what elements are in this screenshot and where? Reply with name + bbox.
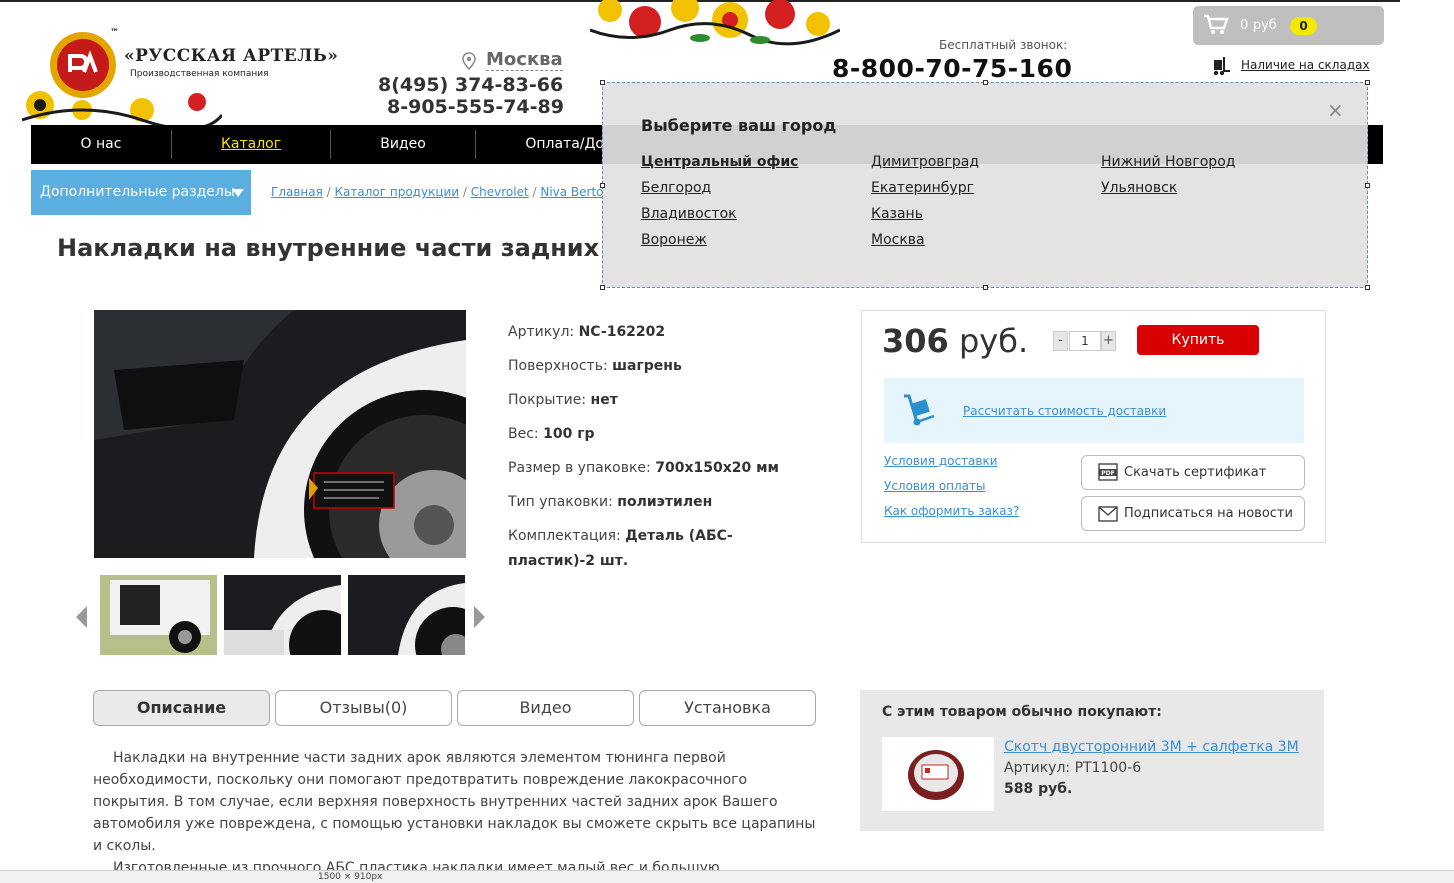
spec-row: Вес: 100 гр xyxy=(508,426,595,442)
chevron-down-icon xyxy=(232,189,244,197)
tab-video[interactable]: Видео xyxy=(457,690,634,726)
city-option-dimitrovgrad[interactable]: Димитровград xyxy=(871,154,979,170)
spec-row: Покрытие: нет xyxy=(508,392,618,408)
product-thumbnail[interactable] xyxy=(348,575,465,655)
free-call-label: Бесплатный звонок: xyxy=(939,38,1068,52)
city-option-vladivostok[interactable]: Владивосток xyxy=(641,206,737,222)
forklift-icon xyxy=(1213,57,1230,76)
city-option-ulyanovsk[interactable]: Ульяновск xyxy=(1101,180,1177,196)
gallery-next-arrow-icon[interactable] xyxy=(474,606,485,628)
spec-row: Артикул: NC-162202 xyxy=(508,324,666,340)
qty-increase-button[interactable]: + xyxy=(1101,331,1116,351)
envelope-icon xyxy=(1098,506,1118,522)
spec-row: Поверхность: шагрень xyxy=(508,358,682,374)
logo-icon[interactable] xyxy=(48,30,118,100)
svg-text:PDF: PDF xyxy=(1101,470,1114,477)
resize-handle[interactable] xyxy=(1365,183,1370,188)
city-option-belgorod[interactable]: Белгород xyxy=(641,180,711,196)
qty-input[interactable]: 1 xyxy=(1069,331,1101,351)
city-option-voronezh[interactable]: Воронеж xyxy=(641,232,707,248)
extra-sections-dropdown[interactable]: Дополнительные разделы xyxy=(31,170,251,215)
close-icon[interactable]: × xyxy=(1327,98,1344,122)
resize-handle[interactable] xyxy=(600,183,605,188)
cart-count-badge: 0 xyxy=(1290,17,1317,35)
product-thumbnail[interactable] xyxy=(100,575,217,655)
city-option-kazan[interactable]: Казань xyxy=(871,206,923,222)
city-option-central-office[interactable]: Центральный офис xyxy=(641,154,798,170)
resize-handle[interactable] xyxy=(600,80,605,85)
brand-name: «РУССКАЯ АРТЕЛЬ» xyxy=(124,46,339,66)
product-description: Накладки на внутренние части задних арок… xyxy=(93,747,823,883)
related-product-link[interactable]: Скотч двусторонний 3М + салфетка 3М xyxy=(1004,739,1299,755)
phone-number-2[interactable]: 8-905-555-74-89 xyxy=(387,96,564,118)
related-product-image[interactable] xyxy=(882,737,994,811)
gallery-prev-arrow-icon[interactable] xyxy=(76,606,87,628)
status-bar xyxy=(0,870,1454,883)
city-option-nizhny-novgorod[interactable]: Нижний Новгород xyxy=(1101,154,1235,170)
resize-handle[interactable] xyxy=(983,285,988,290)
city-select-modal xyxy=(602,82,1368,288)
description-paragraph: Накладки на внутренние части задних арок… xyxy=(93,750,816,854)
location-pin-icon xyxy=(462,52,476,70)
cart-total: 0 руб xyxy=(1240,18,1277,33)
cart-icon xyxy=(1204,14,1229,34)
page-title: Накладки на внутренние части задних xyxy=(57,234,600,262)
tab-description[interactable]: Описание xyxy=(93,690,270,726)
breadcrumb-catalog[interactable]: Каталог продукции xyxy=(335,185,460,199)
resize-handle[interactable] xyxy=(1365,285,1370,290)
city-option-moscow[interactable]: Москва xyxy=(871,232,925,248)
spec-row: Размер в упаковке: 700x150x20 мм xyxy=(508,460,779,476)
product-thumbnail[interactable] xyxy=(224,575,341,655)
breadcrumb-home[interactable]: Главная xyxy=(271,185,323,199)
pdf-icon: PDF xyxy=(1098,463,1118,481)
city-option-ekaterinburg[interactable]: Екатеринбург xyxy=(871,180,974,196)
breadcrumb: Главная / Каталог продукции / Chevrolet … xyxy=(271,185,604,199)
related-title: С этим товаром обычно покупают: xyxy=(882,704,1162,720)
phone-number-1[interactable]: 8(495) 374-83-66 xyxy=(378,74,563,96)
nav-item-payment[interactable]: Оплата/До xyxy=(476,125,604,164)
floral-ornament-icon xyxy=(590,0,840,46)
related-product-sku: Артикул: PT1100-6 xyxy=(1004,760,1142,776)
hand-truck-icon xyxy=(904,394,935,426)
product-price: 306 руб. xyxy=(882,322,1029,360)
stock-availability-link[interactable]: Наличие на складах xyxy=(1241,58,1370,72)
spec-row: Комплектация: Деталь (АБС-пластик)-2 шт. xyxy=(508,528,733,569)
related-product-price: 588 руб. xyxy=(1004,781,1073,797)
buy-button[interactable]: Купить xyxy=(1137,325,1259,355)
product-main-photo[interactable] xyxy=(94,310,466,558)
status-size-readout: 1500 × 910px xyxy=(318,872,383,882)
how-to-order-link[interactable]: Как оформить заказ? xyxy=(884,504,1019,518)
city-selector[interactable]: Москва xyxy=(486,49,563,71)
nav-item-catalog[interactable]: Каталог xyxy=(172,125,330,164)
modal-title: Выберите ваш город xyxy=(641,116,837,135)
breadcrumb-chevrolet[interactable]: Chevrolet xyxy=(471,185,529,199)
breadcrumb-niva[interactable]: Niva Berto xyxy=(540,185,603,199)
free-phone-number[interactable]: 8-800-70-75-160 xyxy=(832,54,1072,83)
tab-installation[interactable]: Установка xyxy=(639,690,816,726)
trademark-mark: ™ xyxy=(110,28,119,38)
resize-handle[interactable] xyxy=(600,285,605,290)
resize-handle[interactable] xyxy=(983,80,988,85)
delivery-cost-link[interactable]: Рассчитать стоимость доставки xyxy=(963,404,1166,418)
payment-terms-link[interactable]: Условия оплаты xyxy=(884,479,986,493)
brand-subtitle: Производственная компания xyxy=(130,69,269,79)
resize-handle[interactable] xyxy=(1365,80,1370,85)
delivery-terms-link[interactable]: Условия доставки xyxy=(884,454,998,468)
qty-decrease-button[interactable]: - xyxy=(1053,331,1068,351)
nav-item-video[interactable]: Видео xyxy=(331,125,475,164)
nav-item-about[interactable]: О нас xyxy=(31,125,171,164)
tab-reviews[interactable]: Отзывы(0) xyxy=(275,690,452,726)
spec-row: Тип упаковки: полиэтилен xyxy=(508,494,713,510)
